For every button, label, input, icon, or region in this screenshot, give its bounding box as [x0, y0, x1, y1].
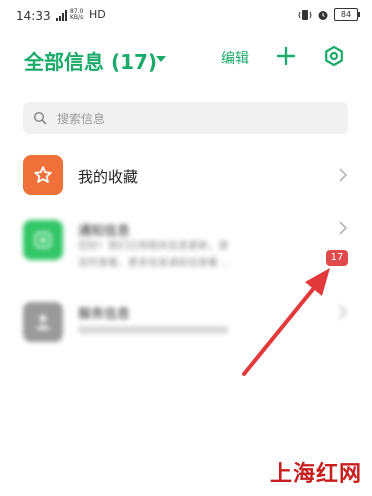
page-title[interactable]: 全部信息 (17) — [24, 46, 157, 75]
service-preview — [78, 326, 228, 334]
chevron-right-icon — [339, 168, 348, 182]
notification-icon — [34, 231, 52, 249]
chevron-right-icon — [339, 305, 348, 319]
star-icon — [34, 166, 52, 183]
notifications-title: 通知信息 — [78, 224, 131, 239]
hd-label: HD — [89, 8, 106, 21]
service-icon — [36, 315, 50, 330]
network-indicator: 87.0 KB/s HD — [56, 8, 106, 21]
list-item-notifications[interactable]: 通知信息 您好！我们已将相关信息更新，请 及时查看，更多信息请前往查看 ... — [0, 218, 372, 280]
battery-indicator: 84 — [334, 8, 360, 21]
settings-button[interactable] — [322, 44, 346, 68]
list-item-favorites[interactable]: 我的收藏 — [0, 155, 372, 197]
favorites-title: 我的收藏 — [78, 168, 139, 186]
search-input[interactable] — [55, 102, 339, 136]
chevron-right-icon — [339, 221, 348, 235]
chevron-down-icon[interactable] — [156, 56, 166, 62]
status-right: 84 — [298, 8, 360, 21]
status-bar: 14:33 87.0 KB/s HD 84 — [0, 0, 372, 30]
settings-icon — [325, 45, 343, 67]
plus-icon — [276, 46, 296, 66]
notifications-preview: 您好！我们已将相关信息更新，请 及时查看，更多信息请前往查看 ... — [78, 238, 308, 272]
signal-icon — [56, 10, 67, 21]
edit-button[interactable]: 编辑 — [221, 48, 249, 68]
search-box[interactable] — [23, 102, 348, 136]
watermark: 上海红网 — [269, 461, 362, 487]
alarm-icon — [318, 10, 328, 20]
add-button[interactable] — [274, 44, 298, 68]
preview-line-1: 您好！我们已将相关信息更新，请 — [78, 241, 228, 252]
notification-icon-tile — [23, 220, 63, 260]
network-speed: 87.0 KB/s — [70, 8, 84, 21]
header: 全部信息 (17) 编辑 — [0, 38, 372, 78]
favorites-icon-tile — [23, 155, 63, 195]
service-title: 服务信息 — [78, 307, 131, 322]
vibrate-icon — [298, 9, 312, 20]
unread-badge: 17 — [326, 250, 348, 266]
service-icon-tile — [23, 302, 63, 342]
list-item-service[interactable]: 服务信息 — [0, 302, 372, 346]
status-time: 14:33 — [16, 9, 51, 23]
preview-line-2: 及时查看，更多信息请前往查看 ... — [78, 258, 231, 269]
search-icon — [33, 111, 47, 125]
